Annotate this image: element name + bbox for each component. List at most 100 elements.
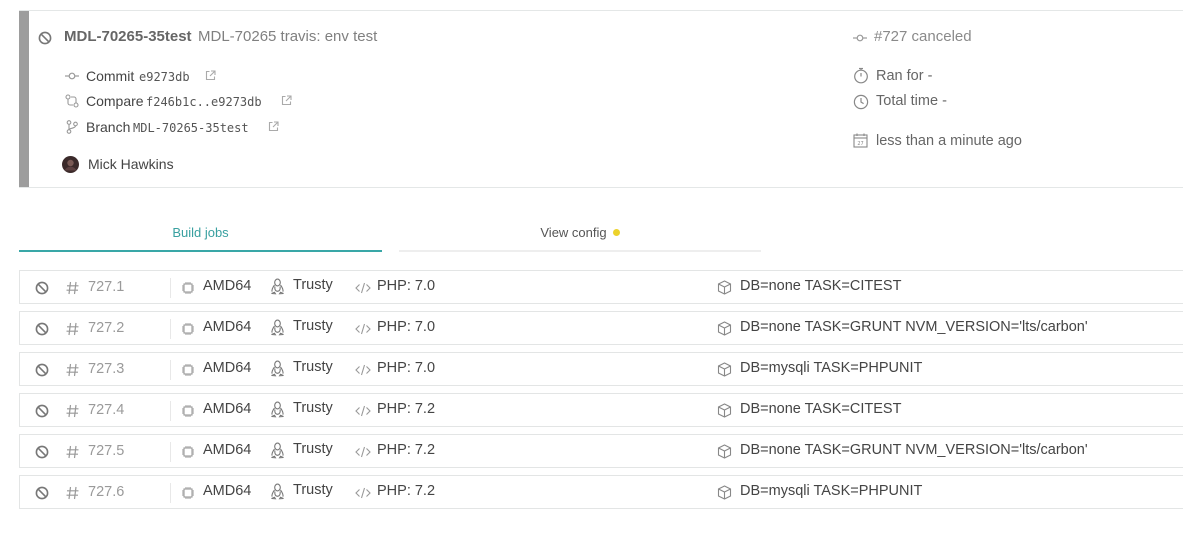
build-status-text[interactable]: #727 canceled [874,28,972,45]
ran-for-text: Ran for - [876,68,933,84]
build-status-bar [19,11,29,187]
row-divider [170,483,171,503]
linux-icon [270,360,285,377]
clock-icon [853,94,869,110]
row-divider [170,360,171,380]
job-os: Trusty [293,359,333,375]
job-arch: AMD64 [203,278,252,294]
external-link-icon[interactable] [281,95,292,106]
compare-icon [65,94,79,108]
job-number[interactable]: 727.3 [88,361,124,377]
job-row[interactable]: 727.5 AMD64 Trusty PHP: 7.2 DB=none TASK=GRU… [19,434,1183,468]
author-name: Mick Hawkins [88,156,174,172]
job-os: Trusty [293,441,333,457]
tab-build-jobs[interactable]: Build jobs [19,222,382,252]
job-number[interactable]: 727.1 [88,279,124,295]
tab-view-config-label: View config [540,225,607,240]
external-link-icon[interactable] [268,121,279,132]
tab-build-jobs-label: Build jobs [172,225,229,240]
job-number[interactable]: 727.5 [88,443,124,459]
calendar-icon: 27 [853,133,868,148]
tab-view-config[interactable]: View config [399,222,761,252]
build-summary-card: MDL-70265-35test MDL-70265 travis: env t… [19,10,1183,188]
cube-icon [717,362,732,377]
job-number[interactable]: 727.2 [88,320,124,336]
job-env: DB=none TASK=GRUNT NVM_VERSION='lts/carb… [740,442,1088,458]
job-env: DB=mysqli TASK=PHPUNIT [740,360,923,376]
stopwatch-icon [853,67,869,84]
linux-icon [270,401,285,418]
code-icon [355,405,371,417]
cpu-icon [181,486,195,500]
hash-icon [66,404,79,418]
canceled-icon [35,445,49,459]
cpu-icon [181,281,195,295]
total-time-text: Total time - [876,93,947,109]
canceled-icon [35,322,49,336]
external-link-icon[interactable] [205,70,216,81]
code-icon [355,446,371,458]
code-icon [355,487,371,499]
cube-icon [717,444,732,459]
job-language: PHP: 7.2 [377,401,436,417]
hash-icon [66,363,79,377]
compare-range-link[interactable]: f246b1c..e9273db [146,95,262,109]
canceled-icon [35,486,49,500]
compare-label: Compare [86,93,144,109]
commit-icon [853,32,867,44]
row-divider [170,278,171,298]
row-divider [170,319,171,339]
job-row[interactable]: 727.1 AMD64 Trusty PHP: 7.0 DB=none TASK=CIT… [19,270,1183,304]
row-divider [170,442,171,462]
branch-icon [66,120,78,134]
commit-sha-link[interactable]: e9273db [139,70,190,84]
code-icon [355,364,371,376]
job-arch: AMD64 [203,442,252,458]
commit-label: Commit [86,68,135,84]
job-language: PHP: 7.0 [377,278,436,294]
job-env: DB=none TASK=CITEST [740,401,902,417]
cube-icon [717,485,732,500]
job-arch: AMD64 [203,483,252,499]
svg-text:27: 27 [857,141,863,147]
linux-icon [270,319,285,336]
job-row[interactable]: 727.3 AMD64 Trusty PHP: 7.0 DB=mysqli TASK=P… [19,352,1183,386]
code-icon [355,282,371,294]
build-commit-message: MDL-70265 travis: env test [198,28,378,45]
cpu-icon [181,322,195,336]
canceled-icon [35,404,49,418]
branch-label: Branch [86,119,131,135]
canceled-icon [38,31,52,45]
job-language: PHP: 7.0 [377,319,436,335]
cpu-icon [181,404,195,418]
job-arch: AMD64 [203,360,252,376]
branch-name-link[interactable]: MDL-70265-35test [133,121,249,135]
canceled-icon [35,281,49,295]
code-icon [355,323,371,335]
job-env: DB=none TASK=GRUNT NVM_VERSION='lts/carb… [740,319,1088,335]
job-language: PHP: 7.2 [377,483,436,499]
linux-icon [270,483,285,500]
hash-icon [66,486,79,500]
job-number[interactable]: 727.4 [88,402,124,418]
job-os: Trusty [293,277,333,293]
finished-time-text: less than a minute ago [876,133,1022,149]
job-arch: AMD64 [203,401,252,417]
job-number[interactable]: 727.6 [88,484,124,500]
cpu-icon [181,363,195,377]
job-os: Trusty [293,400,333,416]
hash-icon [66,445,79,459]
job-row[interactable]: 727.4 AMD64 Trusty PHP: 7.2 DB=none TASK=CIT… [19,393,1183,427]
cube-icon [717,403,732,418]
build-branch-title[interactable]: MDL-70265-35test [64,28,192,45]
cube-icon [717,280,732,295]
linux-icon [270,442,285,459]
job-arch: AMD64 [203,319,252,335]
commit-icon [65,70,79,82]
job-row[interactable]: 727.2 AMD64 Trusty PHP: 7.0 DB=none TASK=GRU… [19,311,1183,345]
cpu-icon [181,445,195,459]
cube-icon [717,321,732,336]
hash-icon [66,281,79,295]
job-row[interactable]: 727.6 AMD64 Trusty PHP: 7.2 DB=mysqli TASK=P… [19,475,1183,509]
linux-icon [270,278,285,295]
